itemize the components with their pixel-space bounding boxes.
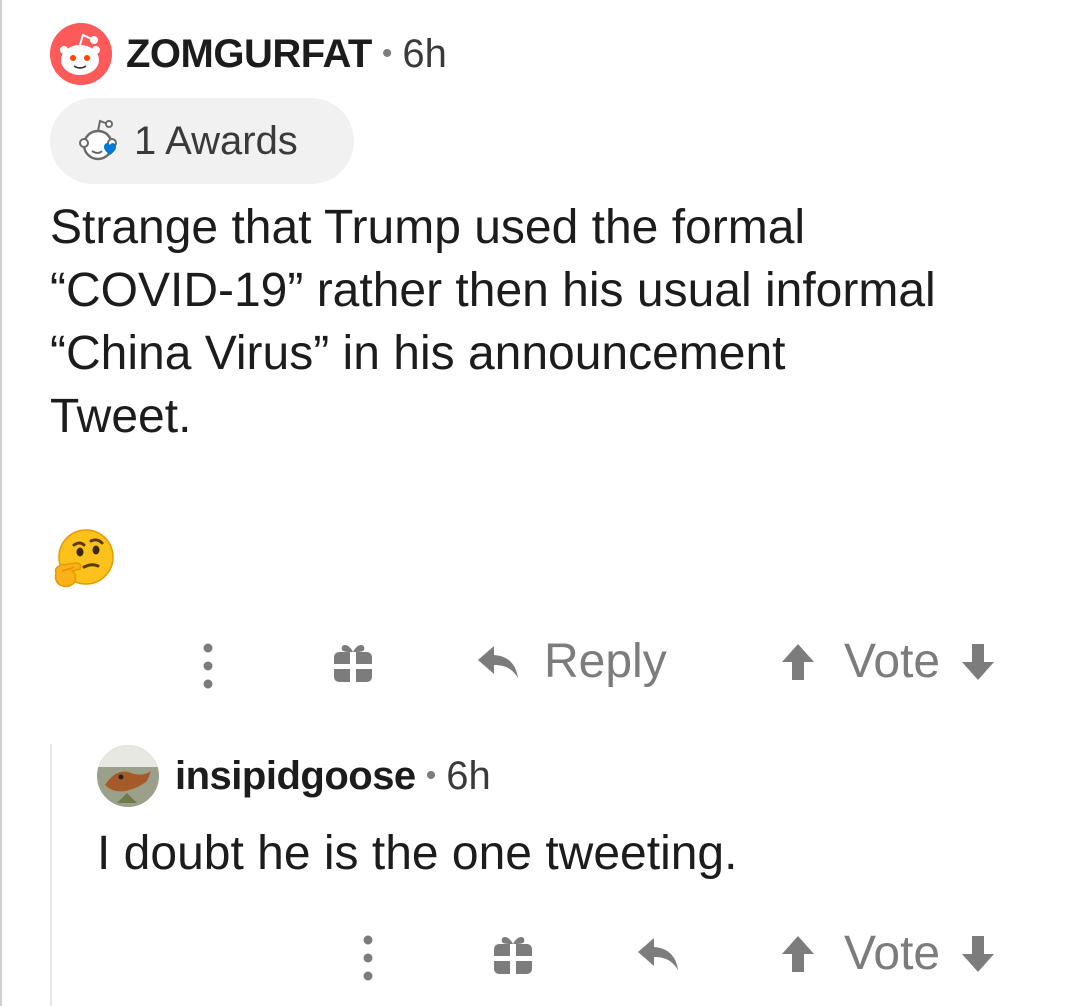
vote-control: Vote [778, 926, 998, 981]
reply-body: I doubt he is the one tweeting. [97, 827, 738, 880]
upvote-arrow-icon[interactable] [778, 638, 818, 686]
comment-action-bar: Reply Vote [0, 630, 1080, 700]
reply-arrow-icon [638, 938, 678, 970]
thread-edge-line [0, 0, 2, 1006]
more-options-button[interactable] [356, 930, 380, 986]
vote-label: Vote [844, 635, 941, 688]
reply-action-bar: Vote [0, 922, 1080, 992]
avatar[interactable] [97, 745, 159, 807]
username[interactable]: insipidgoose [175, 754, 416, 799]
thinking-face-icon [50, 527, 116, 593]
separator-dot: • [381, 37, 393, 70]
separator-dot: • [425, 759, 437, 792]
timestamp: 6h [446, 753, 491, 798]
downvote-arrow-icon[interactable] [958, 930, 998, 978]
more-options-button[interactable] [196, 638, 220, 694]
goose-avatar-icon [97, 745, 159, 807]
vote-label: Vote [844, 927, 941, 980]
gift-icon [494, 937, 532, 974]
more-options-icon [203, 643, 213, 689]
wholesome-award-icon [79, 119, 117, 161]
username[interactable]: ZOMGURFAT [126, 32, 372, 77]
reply-arrow-icon [478, 645, 518, 678]
reply-button[interactable]: Reply [474, 634, 667, 689]
snoo-avatar-icon [50, 23, 112, 85]
timestamp: 6h [402, 31, 447, 76]
reply-header: insipidgoose • 6h [97, 744, 491, 808]
avatar[interactable] [50, 23, 112, 85]
comment-header: ZOMGURFAT • 6h [50, 22, 447, 86]
give-award-button[interactable] [490, 932, 536, 978]
awards-count-label: 1 Awards [134, 118, 298, 163]
give-award-button[interactable] [330, 640, 376, 686]
reply-label: Reply [544, 635, 667, 688]
comment-body: Strange that Trump used the formal “COVI… [50, 201, 936, 443]
more-options-icon [363, 935, 373, 981]
gift-icon [334, 645, 372, 682]
vote-control: Vote [778, 634, 998, 689]
downvote-arrow-icon[interactable] [958, 638, 998, 686]
reply-button[interactable] [634, 930, 682, 978]
upvote-arrow-icon[interactable] [778, 930, 818, 978]
awards-pill[interactable]: 1 Awards [50, 98, 354, 184]
